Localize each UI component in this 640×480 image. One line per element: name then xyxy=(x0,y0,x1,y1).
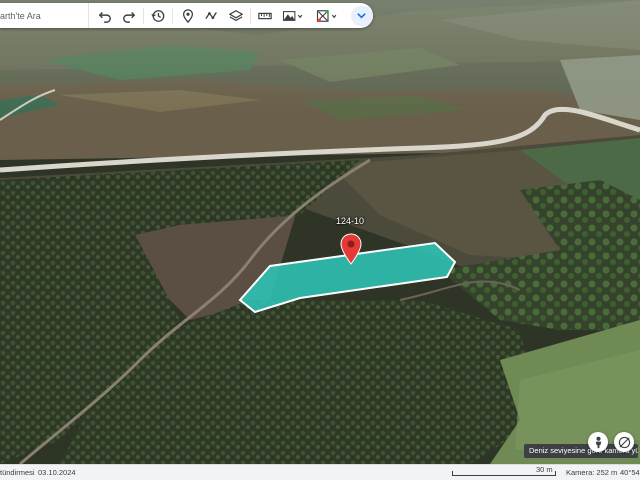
add-placemark-button[interactable] xyxy=(175,3,199,28)
tools-button[interactable] xyxy=(311,3,345,28)
3d-toggle-button[interactable] xyxy=(614,432,634,452)
layers-button[interactable] xyxy=(224,3,248,28)
search-box[interactable]: Earth'te Ara xyxy=(0,3,89,28)
status-bar: tündirmesi 03.10.2024 30 m Kamera: 252 m… xyxy=(0,464,640,480)
add-placemark-icon xyxy=(182,8,193,23)
toolbar-divider xyxy=(143,7,145,24)
camera-altitude: Kamera: 252 m xyxy=(566,468,618,477)
tools-icon xyxy=(316,9,337,22)
tilt-off-icon xyxy=(618,436,630,448)
imagery-date: 03.10.2024 xyxy=(38,468,76,477)
satellite-map-view[interactable] xyxy=(0,0,640,464)
top-toolbar: Earth'te Ara xyxy=(0,3,373,28)
map-imagery xyxy=(0,0,640,464)
image-overlay-button[interactable] xyxy=(277,3,311,28)
redo-button[interactable] xyxy=(117,3,141,28)
undo-button[interactable] xyxy=(93,3,117,28)
measure-icon xyxy=(258,12,273,19)
chevron-down-icon xyxy=(357,13,367,19)
parcel-label: 124-10 xyxy=(336,216,365,226)
undo-icon xyxy=(98,11,111,23)
expand-toolbar-button[interactable] xyxy=(350,5,373,26)
measure-button[interactable] xyxy=(253,3,277,28)
toolbar-divider xyxy=(250,7,252,24)
scale-bar xyxy=(452,471,556,476)
history-button[interactable] xyxy=(146,3,170,28)
layers-icon xyxy=(229,9,244,21)
image-icon xyxy=(283,10,303,21)
location-pin-icon[interactable] xyxy=(340,233,362,265)
draw-path-icon xyxy=(205,11,217,19)
imagery-credit-text: tündirmesi xyxy=(0,468,35,477)
search-placeholder: Earth'te Ara xyxy=(0,10,41,21)
toolbar-divider xyxy=(172,7,174,24)
coordinates: 40°54' xyxy=(620,468,640,477)
pegman-icon xyxy=(595,436,601,448)
draw-path-button[interactable] xyxy=(200,3,224,28)
pegman-button[interactable] xyxy=(588,432,608,452)
redo-icon xyxy=(123,11,136,23)
history-icon xyxy=(151,9,165,22)
